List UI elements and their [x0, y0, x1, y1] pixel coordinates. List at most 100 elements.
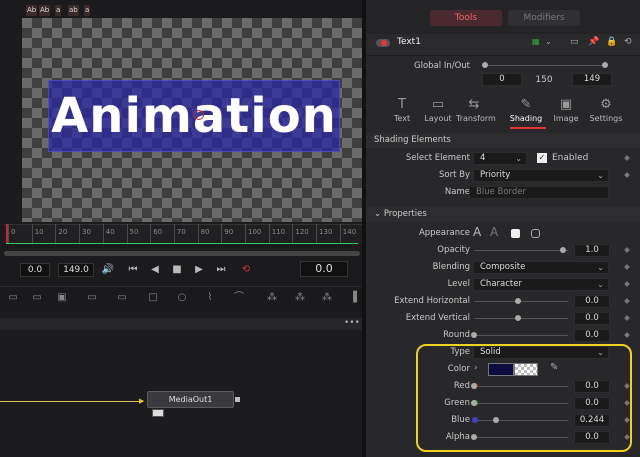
- keyframe-icon[interactable]: [624, 247, 630, 253]
- keyframe-icon[interactable]: [624, 281, 630, 287]
- bspline-tool-icon[interactable]: ⌒: [232, 291, 246, 305]
- shading-tab-icon: ✎: [520, 97, 532, 112]
- node-editor-header: [0, 318, 362, 330]
- tool-icon[interactable]: ▭: [115, 291, 129, 305]
- viewer-chip[interactable]: Ab: [39, 5, 51, 16]
- blending-dropdown[interactable]: Composite ⌄: [473, 261, 609, 274]
- extend-vertical-field[interactable]: 0.0: [574, 312, 610, 325]
- lock-icon[interactable]: 🔒: [606, 37, 617, 47]
- tab-tools[interactable]: Tools: [430, 10, 502, 26]
- chevron-down-icon: ⌄: [597, 280, 604, 289]
- blending-row: Blending Composite ⌄: [366, 259, 640, 276]
- tab-modifiers[interactable]: Modifiers: [508, 10, 580, 26]
- properties-header[interactable]: ⌄ Properties: [366, 207, 640, 222]
- global-inout-label: Global In/Out: [414, 61, 470, 71]
- particle-tool-icon[interactable]: ⁂: [293, 291, 307, 305]
- inspector-header: [366, 0, 640, 34]
- keyframe-icon[interactable]: [624, 264, 630, 270]
- global-in-field[interactable]: 0: [482, 73, 522, 86]
- versions-icon[interactable]: ▭: [570, 37, 579, 47]
- tool-icon[interactable]: ▭: [6, 291, 20, 305]
- extend-vertical-slider[interactable]: [474, 318, 568, 319]
- appearance-block-icon[interactable]: [511, 229, 520, 238]
- pin-icon[interactable]: 📌: [588, 37, 599, 47]
- end-time-field[interactable]: 149.0: [58, 263, 94, 277]
- global-out-knob[interactable]: [602, 62, 608, 68]
- extend-horizontal-field[interactable]: 0.0: [574, 295, 610, 308]
- node-output-port[interactable]: [235, 397, 240, 402]
- opacity-slider-knob[interactable]: [560, 247, 566, 253]
- select-element-dropdown[interactable]: 4 ⌄: [473, 152, 527, 165]
- appearance-text-icon[interactable]: A: [473, 225, 481, 239]
- global-in-knob[interactable]: [482, 62, 488, 68]
- tab-settings[interactable]: ⚙ Settings: [588, 96, 624, 128]
- ellipse-tool-icon[interactable]: ○: [175, 291, 189, 305]
- global-mid-value: 150: [535, 75, 553, 85]
- keyframe-icon[interactable]: [624, 298, 630, 304]
- chevron-down-icon[interactable]: ⌄: [545, 37, 552, 46]
- particle-tool-icon[interactable]: ⁂: [265, 291, 279, 305]
- audio-icon[interactable]: 🔊: [100, 263, 116, 277]
- current-time-field[interactable]: 0.0: [300, 261, 348, 277]
- tab-label: Text: [393, 114, 411, 123]
- tab-transform[interactable]: ⇆ Transform: [456, 96, 496, 128]
- last-frame-icon[interactable]: ⏭: [213, 263, 229, 277]
- global-inout-slider[interactable]: [486, 65, 606, 66]
- viewer-chip[interactable]: ab: [68, 5, 79, 16]
- viewer-chip[interactable]: Ab: [26, 5, 38, 16]
- tool-icon[interactable]: ▣: [55, 291, 69, 305]
- tab-text[interactable]: T Text: [384, 96, 420, 128]
- reset-icon[interactable]: ⟲: [624, 37, 632, 47]
- ruler-tick: 60: [150, 224, 162, 244]
- keyframe-icon[interactable]: [624, 315, 630, 321]
- render-range: [6, 243, 358, 244]
- stop-icon[interactable]: ■: [169, 263, 185, 277]
- grid-icon[interactable]: ▦: [532, 37, 540, 46]
- tool-icon[interactable]: ▭: [85, 291, 99, 305]
- viewer-chip[interactable]: a: [55, 5, 62, 16]
- play-icon[interactable]: ▶: [191, 263, 207, 277]
- sort-by-dropdown[interactable]: Priority ⌄: [473, 169, 609, 182]
- appearance-row: Appearance A A: [366, 225, 640, 242]
- level-dropdown[interactable]: Character ⌄: [473, 278, 609, 291]
- first-frame-icon[interactable]: ⏮: [125, 263, 141, 277]
- tab-shading[interactable]: ✎ Shading: [508, 96, 544, 128]
- tab-image[interactable]: ▣ Image: [548, 96, 584, 128]
- round-slider[interactable]: [474, 335, 568, 336]
- viewer-chip[interactable]: a: [84, 5, 91, 16]
- opacity-slider[interactable]: [474, 250, 568, 251]
- extend-horizontal-label: Extend Horizontal: [394, 296, 470, 306]
- extend-vertical-slider-knob[interactable]: [515, 315, 521, 321]
- appearance-outline-icon[interactable]: A: [490, 225, 498, 239]
- extend-horizontal-slider-knob[interactable]: [515, 298, 521, 304]
- tab-layout[interactable]: ▭ Layout: [420, 96, 456, 128]
- playhead[interactable]: [6, 224, 8, 244]
- scrub-bar[interactable]: [4, 251, 360, 256]
- node-input-arrow-icon: ▶: [139, 397, 145, 405]
- settings-tab-icon: ⚙: [600, 97, 612, 112]
- opacity-field[interactable]: 1.0: [574, 244, 610, 257]
- ruler-tick: 50: [126, 224, 138, 244]
- name-input[interactable]: Blue Border: [469, 186, 609, 199]
- keyframe-icon[interactable]: [624, 332, 630, 338]
- round-slider-knob[interactable]: [471, 332, 477, 338]
- tool-icon[interactable]: ▭: [30, 291, 44, 305]
- play-reverse-icon[interactable]: ◀: [147, 263, 163, 277]
- polygon-tool-icon[interactable]: ⌇: [203, 291, 217, 305]
- round-field[interactable]: 0.0: [574, 329, 610, 342]
- particle-tool-icon[interactable]: ⁂: [320, 291, 334, 305]
- more-options-icon[interactable]: •••: [344, 318, 360, 328]
- appearance-border-icon[interactable]: [531, 229, 540, 238]
- keyframe-icon[interactable]: [624, 172, 630, 178]
- center-handle-icon[interactable]: [194, 110, 204, 120]
- node-mediaout[interactable]: MediaOut1: [147, 391, 234, 408]
- global-out-field[interactable]: 149: [572, 73, 612, 86]
- start-time-field[interactable]: 0.0: [20, 263, 50, 277]
- enabled-checkbox[interactable]: ✓: [537, 153, 547, 163]
- loop-icon[interactable]: ⟲: [238, 263, 254, 277]
- tab-label: Shading: [509, 114, 543, 123]
- keyframe-icon[interactable]: [624, 155, 630, 161]
- rectangle-tool-icon[interactable]: □: [146, 291, 160, 305]
- extend-horizontal-slider[interactable]: [474, 301, 568, 302]
- properties-title: Properties: [383, 209, 427, 219]
